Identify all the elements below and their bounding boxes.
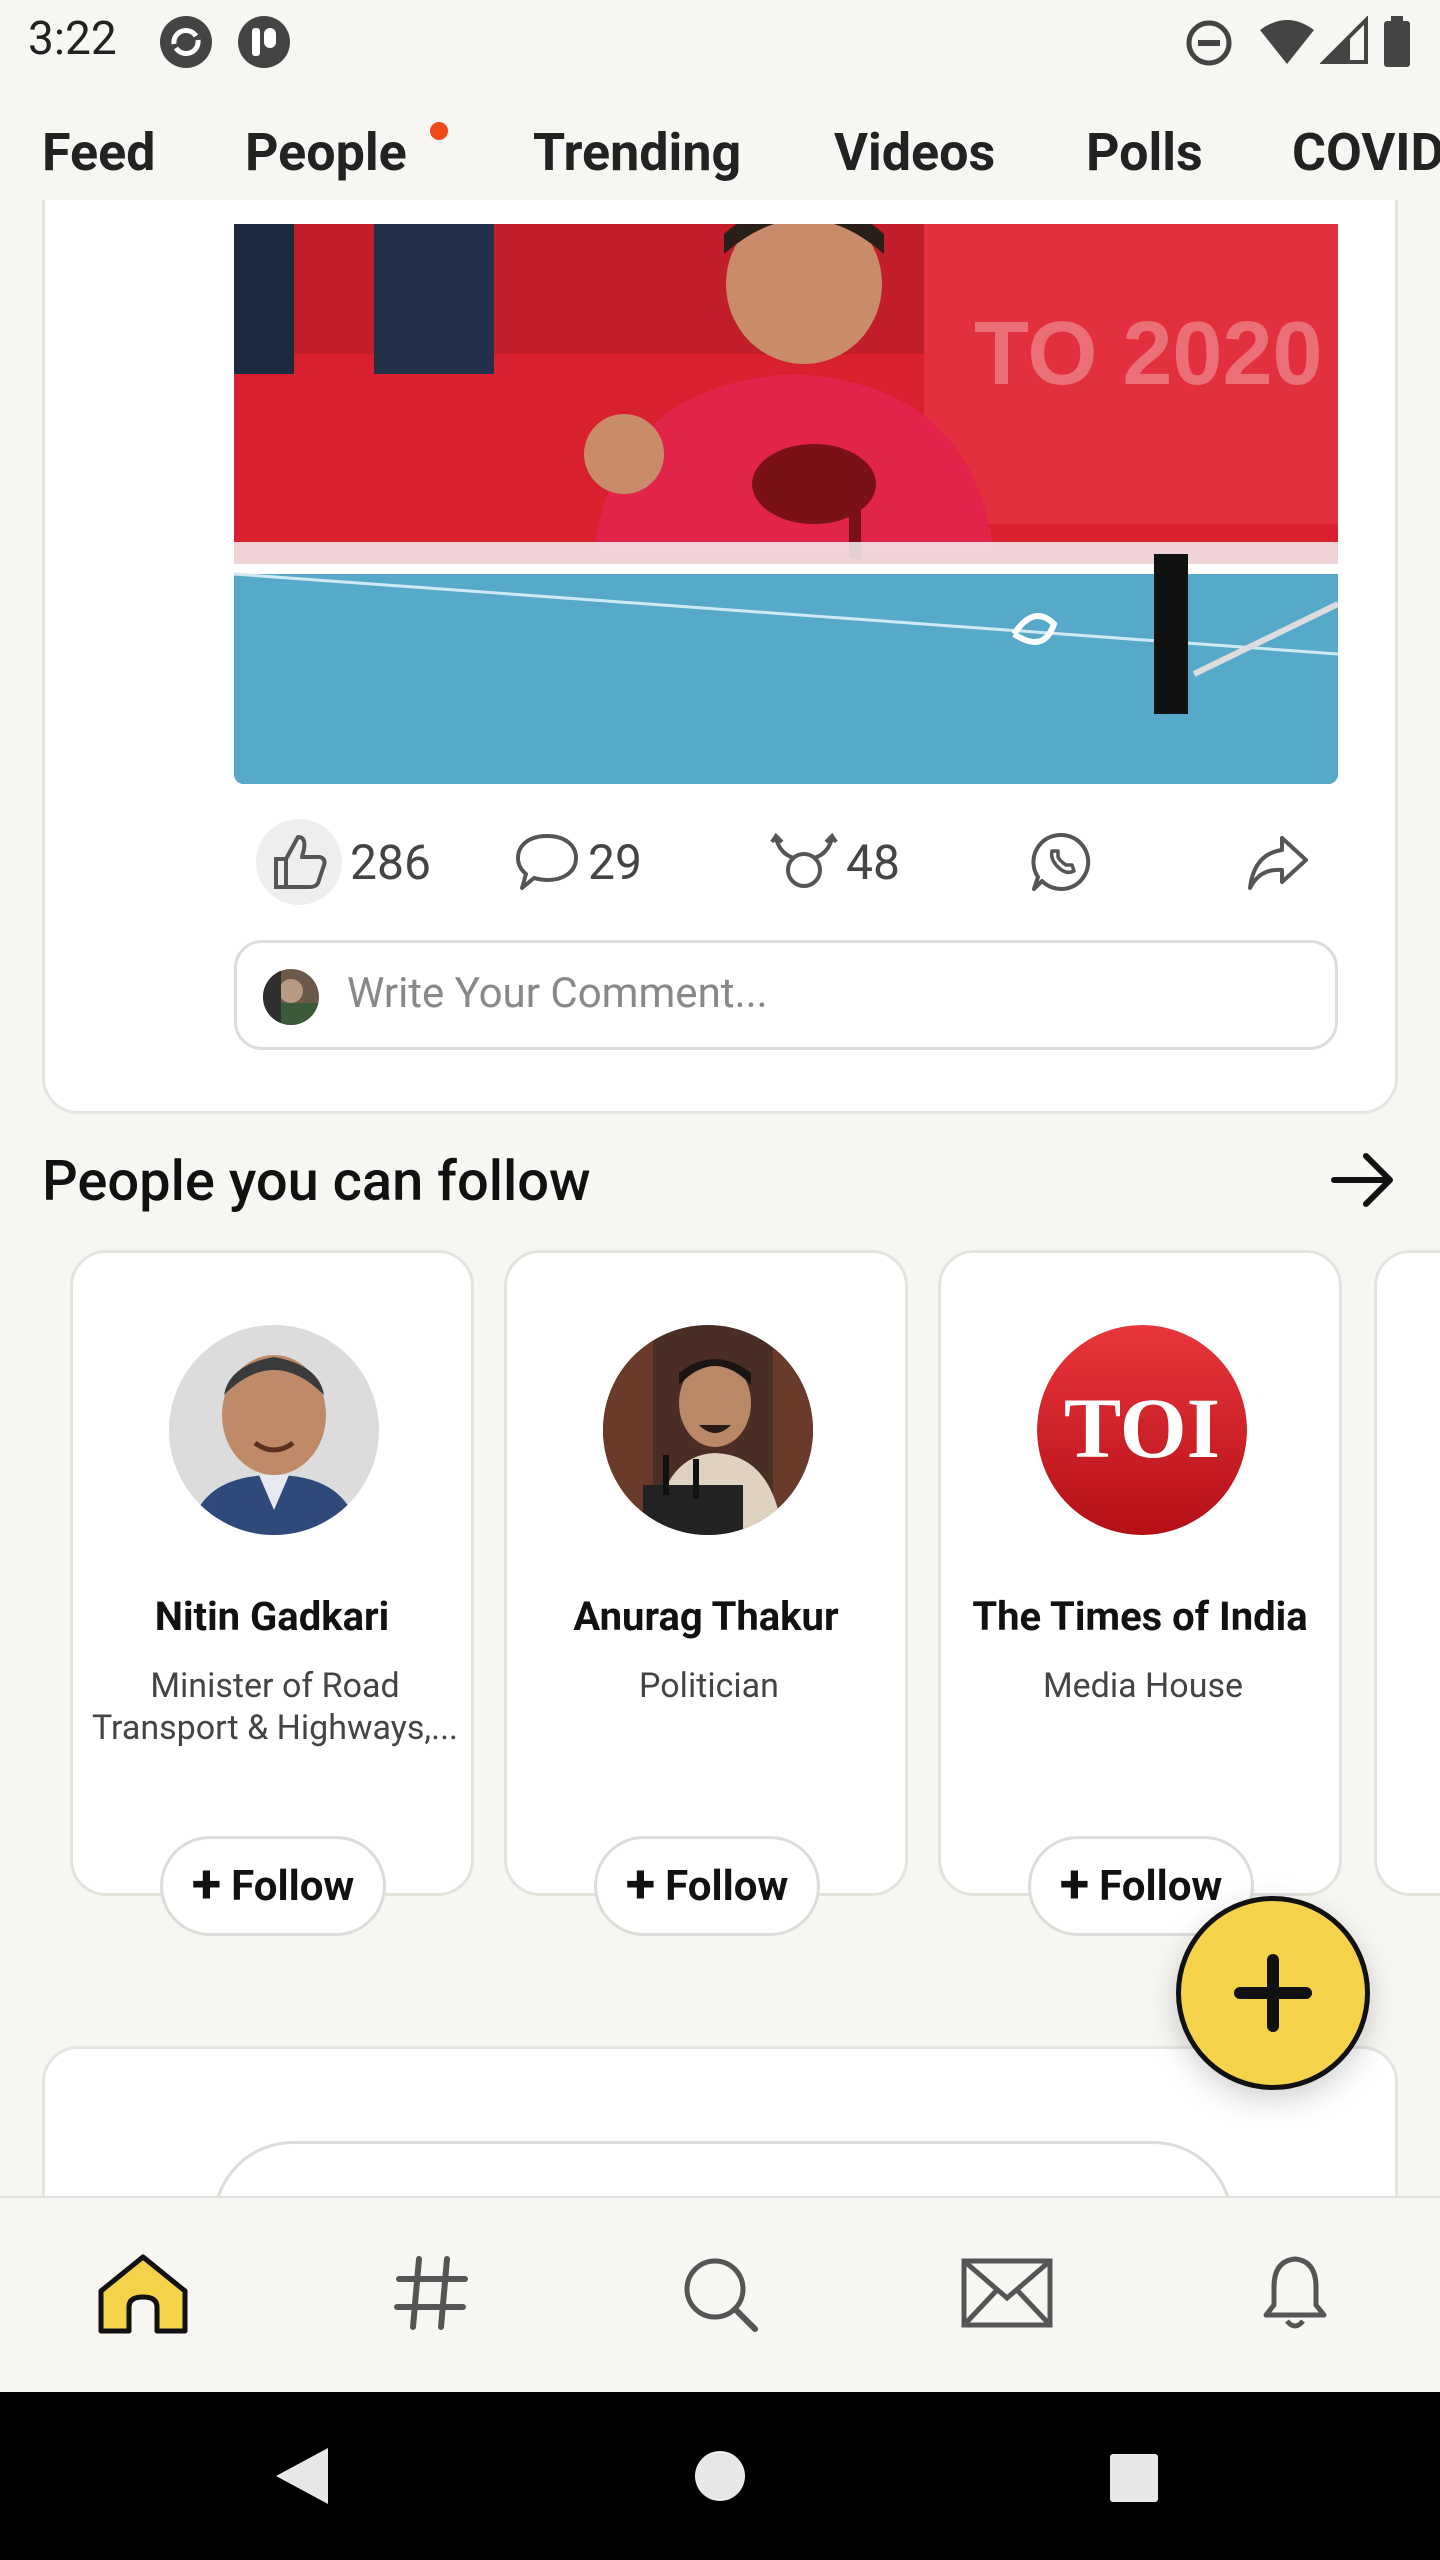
person-card[interactable]: Anurag Thakur Politician bbox=[504, 1250, 908, 1896]
back-icon[interactable] bbox=[270, 2444, 332, 2508]
comment-input[interactable]: Write Your Comment... bbox=[234, 940, 1338, 1050]
signal-icon bbox=[1320, 16, 1368, 64]
person-card[interactable]: Nitin Gadkari Minister of Road Transport… bbox=[70, 1250, 474, 1896]
person-card-partial[interactable] bbox=[1374, 1250, 1440, 1896]
app-badge-icon bbox=[238, 16, 290, 68]
nav-home[interactable] bbox=[88, 2238, 198, 2348]
share-icon bbox=[1248, 836, 1308, 890]
follow-label: Follow bbox=[665, 1861, 789, 1911]
whatsapp-icon bbox=[1031, 832, 1091, 891]
search-icon bbox=[684, 2258, 758, 2332]
mail-icon bbox=[961, 2258, 1053, 2328]
post-actions: 286 29 48 bbox=[234, 812, 1338, 912]
notification-dot bbox=[430, 122, 448, 140]
bell-icon bbox=[1263, 2256, 1327, 2329]
person-name: Nitin Gadkari bbox=[154, 1593, 390, 1640]
system-navigation-bar bbox=[0, 2392, 1440, 2560]
recents-icon[interactable] bbox=[1108, 2452, 1160, 2504]
plus-icon: + bbox=[191, 1852, 222, 1916]
tab-polls[interactable]: Polls bbox=[1086, 122, 1203, 183]
create-post-button[interactable] bbox=[1176, 1896, 1370, 2090]
follow-button[interactable]: + Follow bbox=[160, 1836, 386, 1936]
post-image[interactable]: TO 2020 bbox=[234, 224, 1338, 784]
dnd-icon bbox=[1186, 20, 1232, 66]
tab-covid[interactable]: COVID bbox=[1292, 122, 1440, 183]
person-name: The Times of India bbox=[972, 1593, 1308, 1640]
like-action[interactable]: 286 bbox=[256, 812, 431, 912]
person-description: Media House bbox=[1042, 1666, 1244, 1706]
user-avatar bbox=[263, 969, 319, 1025]
hashtag-icon bbox=[394, 2256, 468, 2330]
follow-button[interactable]: + Follow bbox=[594, 1836, 820, 1936]
bottom-navigation bbox=[0, 2196, 1440, 2392]
comment-count: 29 bbox=[588, 833, 642, 891]
tab-videos[interactable]: Videos bbox=[834, 122, 995, 183]
repost-icon bbox=[770, 832, 838, 888]
plus-icon: + bbox=[1059, 1852, 1090, 1916]
comment-action[interactable]: 29 bbox=[514, 812, 642, 912]
repost-count: 48 bbox=[846, 833, 900, 891]
wifi-icon bbox=[1260, 20, 1314, 64]
repost-action[interactable]: 48 bbox=[770, 812, 900, 912]
person-name: Anurag Thakur bbox=[573, 1593, 839, 1640]
tab-people[interactable]: People bbox=[245, 122, 407, 183]
battery-icon bbox=[1384, 16, 1410, 67]
svg-text:TOI: TOI bbox=[1064, 1380, 1220, 1476]
toi-logo: TOI bbox=[1037, 1325, 1247, 1535]
home-icon bbox=[98, 2254, 188, 2334]
follow-label: Follow bbox=[231, 1861, 355, 1911]
person-description: Minister of Road Transport & Highways,..… bbox=[91, 1666, 459, 1748]
person-avatar bbox=[169, 1325, 379, 1535]
arrow-right-icon[interactable] bbox=[1330, 1150, 1398, 1210]
nav-messages[interactable] bbox=[952, 2238, 1062, 2348]
tab-feed[interactable]: Feed bbox=[42, 122, 155, 183]
like-count: 286 bbox=[350, 833, 431, 891]
whatsapp-share[interactable] bbox=[1030, 812, 1092, 912]
thumbs-up-icon bbox=[274, 835, 327, 889]
sync-app-icon bbox=[160, 16, 212, 68]
home-circle-icon[interactable] bbox=[694, 2450, 746, 2502]
share-action[interactable] bbox=[1246, 812, 1310, 912]
status-bar: 3:22 bbox=[0, 0, 1440, 84]
nav-search[interactable] bbox=[664, 2238, 774, 2348]
comment-icon bbox=[516, 834, 578, 890]
nav-notifications[interactable] bbox=[1240, 2238, 1350, 2348]
svg-text:TO 2020: TO 2020 bbox=[974, 304, 1323, 404]
plus-icon: + bbox=[625, 1852, 656, 1916]
tab-trending[interactable]: Trending bbox=[533, 122, 741, 183]
like-button[interactable] bbox=[256, 819, 342, 905]
person-card[interactable]: TOI The Times of India Media House bbox=[938, 1250, 1342, 1896]
person-avatar bbox=[603, 1325, 813, 1535]
person-description: Politician bbox=[639, 1666, 779, 1706]
follow-label: Follow bbox=[1099, 1861, 1223, 1911]
plus-icon bbox=[1234, 1954, 1312, 2032]
status-time: 3:22 bbox=[28, 12, 117, 66]
nav-trending[interactable] bbox=[376, 2238, 486, 2348]
people-section-title: People you can follow bbox=[42, 1148, 591, 1214]
comment-placeholder: Write Your Comment... bbox=[347, 969, 768, 1018]
